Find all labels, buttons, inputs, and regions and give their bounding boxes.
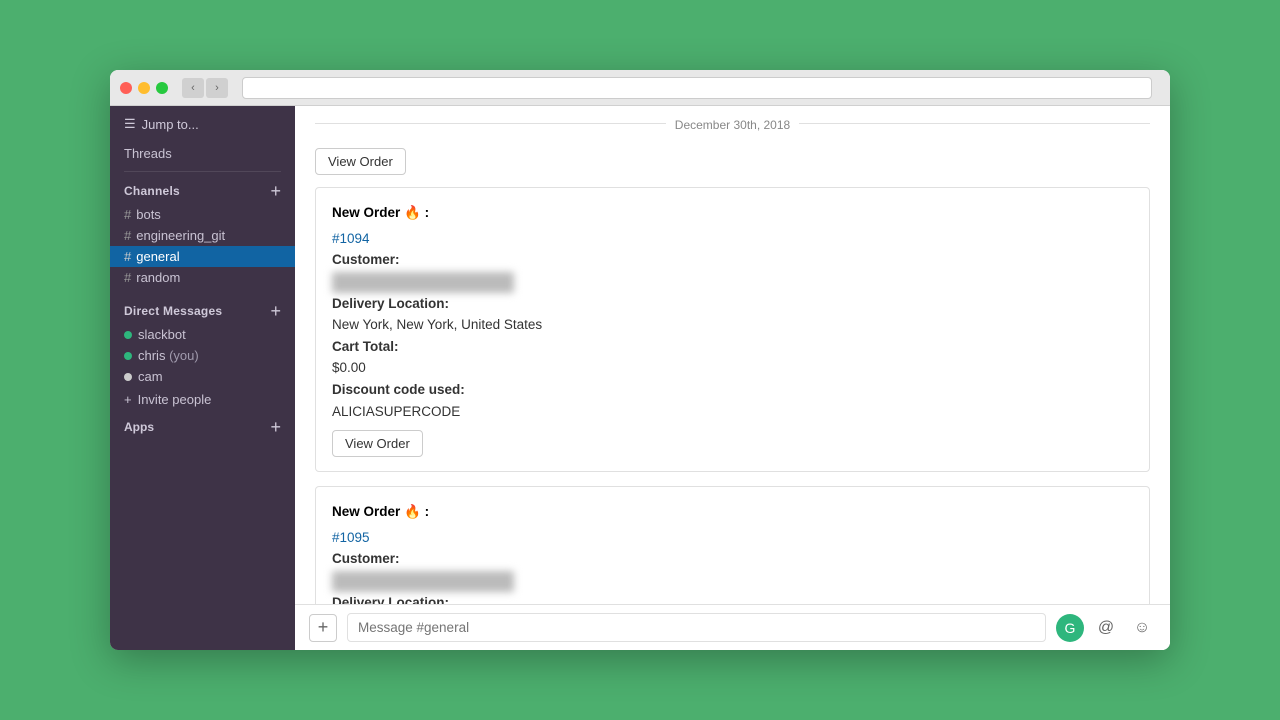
sidebar: ☰ Jump to... Threads Channels + # bots #… xyxy=(110,106,295,650)
jump-to-label: Jump to... xyxy=(142,117,199,132)
send-grammarly-icon[interactable]: G xyxy=(1056,614,1084,642)
forward-button[interactable]: › xyxy=(206,78,228,98)
add-dm-button[interactable]: + xyxy=(270,302,281,320)
hash-icon: # xyxy=(124,207,131,222)
customer-field-1094: Customer: Chris Tang <chris@emerald.io> xyxy=(332,249,1133,292)
browser-window: ‹ › ☰ Jump to... Threads Channels + # xyxy=(110,70,1170,650)
channel-name: random xyxy=(136,270,180,285)
you-label: (you) xyxy=(169,348,199,363)
delivery-field-1095: Delivery Location: New York, New York, U… xyxy=(332,592,1133,604)
plus-icon: + xyxy=(124,392,132,407)
maximize-button[interactable] xyxy=(156,82,168,94)
order-id-1095: #1095 xyxy=(332,527,1133,549)
messages-area: December 30th, 2018 View Order New Order… xyxy=(295,106,1170,604)
channel-name: bots xyxy=(136,207,161,222)
cart-value-1094: $0.00 xyxy=(332,360,366,375)
invite-label: Invite people xyxy=(138,392,212,407)
delivery-label-1095: Delivery Location: xyxy=(332,595,449,604)
dm-name: cam xyxy=(138,369,163,384)
sidebar-item-random[interactable]: # random xyxy=(110,267,295,288)
new-order-prefix-2: New Order xyxy=(332,504,404,519)
discount-label-1094: Discount code used: xyxy=(332,382,465,397)
message-input-bar: + G @ ☺ xyxy=(295,604,1170,650)
order-block-1095: New Order 🔥 : #1095 Customer: Chris Tang… xyxy=(315,486,1150,604)
hash-icon: # xyxy=(124,228,131,243)
customer-field-1095: Customer: Chris Tang <chris@emerald.io> xyxy=(332,548,1133,591)
section-divider xyxy=(124,171,281,172)
channels-section: Channels + xyxy=(110,176,295,204)
date-divider: December 30th, 2018 xyxy=(315,106,1150,140)
sidebar-item-general[interactable]: # general xyxy=(110,246,295,267)
top-view-order-container: View Order xyxy=(315,140,1150,175)
delivery-value-1094: New York, New York, United States xyxy=(332,317,542,332)
date-text: December 30th, 2018 xyxy=(675,118,790,132)
browser-titlebar: ‹ › xyxy=(110,70,1170,106)
view-order-button-1094[interactable]: View Order xyxy=(332,430,423,457)
sidebar-item-bots[interactable]: # bots xyxy=(110,204,295,225)
discount-field-1094: Discount code used: ALICIASUPERCODE xyxy=(332,379,1133,422)
hash-icon: # xyxy=(124,270,131,285)
main-content: December 30th, 2018 View Order New Order… xyxy=(295,106,1170,650)
new-order-prefix: New Order xyxy=(332,205,404,220)
discount-value-1094: ALICIASUPERCODE xyxy=(332,404,460,419)
sidebar-item-engineering-git[interactable]: # engineering_git xyxy=(110,225,295,246)
order-colon: : xyxy=(425,205,430,220)
input-icons: G @ ☺ xyxy=(1056,614,1156,642)
dm-section: Direct Messages + xyxy=(110,296,295,324)
customer-label-1095: Customer: xyxy=(332,551,400,566)
message-input[interactable] xyxy=(347,613,1046,642)
apps-section: Apps + xyxy=(110,412,295,442)
back-button[interactable]: ‹ xyxy=(182,78,204,98)
address-bar[interactable] xyxy=(242,77,1152,99)
invite-people-row[interactable]: + Invite people xyxy=(110,387,295,412)
app-body: ☰ Jump to... Threads Channels + # bots #… xyxy=(110,106,1170,650)
dm-name: chris (you) xyxy=(138,348,199,363)
fire-emoji-2: 🔥 xyxy=(404,504,421,519)
mention-icon[interactable]: @ xyxy=(1092,614,1120,642)
delivery-field-1094: Delivery Location: New York, New York, U… xyxy=(332,293,1133,336)
online-dot xyxy=(124,331,132,339)
channel-name: engineering_git xyxy=(136,228,225,243)
hash-icon: # xyxy=(124,249,131,264)
order-id-1094: #1094 xyxy=(332,228,1133,250)
threads-label: Threads xyxy=(124,146,172,161)
top-view-order-button[interactable]: View Order xyxy=(315,148,406,175)
add-attachment-button[interactable]: + xyxy=(309,614,337,642)
online-dot xyxy=(124,352,132,360)
dm-name: slackbot xyxy=(138,327,186,342)
minimize-button[interactable] xyxy=(138,82,150,94)
cart-label-1094: Cart Total: xyxy=(332,339,399,354)
channel-name: general xyxy=(136,249,179,264)
add-channel-button[interactable]: + xyxy=(270,182,281,200)
close-button[interactable] xyxy=(120,82,132,94)
delivery-label-1094: Delivery Location: xyxy=(332,296,449,311)
order-colon-2: : xyxy=(425,504,430,519)
fire-emoji: 🔥 xyxy=(404,205,421,220)
apps-label: Apps xyxy=(124,420,154,434)
order-link-1094[interactable]: #1094 xyxy=(332,231,370,246)
order-title-1095: New Order 🔥 : xyxy=(332,501,1133,523)
customer-label-1094: Customer: xyxy=(332,252,400,267)
order-block-1094: New Order 🔥 : #1094 Customer: Chris Tang… xyxy=(315,187,1150,472)
sidebar-item-cam[interactable]: cam xyxy=(110,366,295,387)
channels-label: Channels xyxy=(124,184,180,198)
order-link-1095[interactable]: #1095 xyxy=(332,530,370,545)
jump-to-button[interactable]: ☰ Jump to... xyxy=(110,106,295,142)
sidebar-item-slackbot[interactable]: slackbot xyxy=(110,324,295,345)
nav-arrows: ‹ › xyxy=(182,78,228,98)
customer-value-1094: Chris Tang <chris@emerald.io> xyxy=(332,272,514,293)
emoji-icon[interactable]: ☺ xyxy=(1128,614,1156,642)
cart-field-1094: Cart Total: $0.00 xyxy=(332,336,1133,379)
sidebar-item-chris[interactable]: chris (you) xyxy=(110,345,295,366)
add-app-button[interactable]: + xyxy=(270,418,281,436)
dm-label: Direct Messages xyxy=(124,304,222,318)
threads-row[interactable]: Threads xyxy=(110,142,295,167)
customer-value-1095: Chris Tang <chris@emerald.io> xyxy=(332,571,514,592)
order-title-1094: New Order 🔥 : xyxy=(332,202,1133,224)
offline-dot xyxy=(124,373,132,381)
jump-to-icon: ☰ xyxy=(124,116,136,132)
